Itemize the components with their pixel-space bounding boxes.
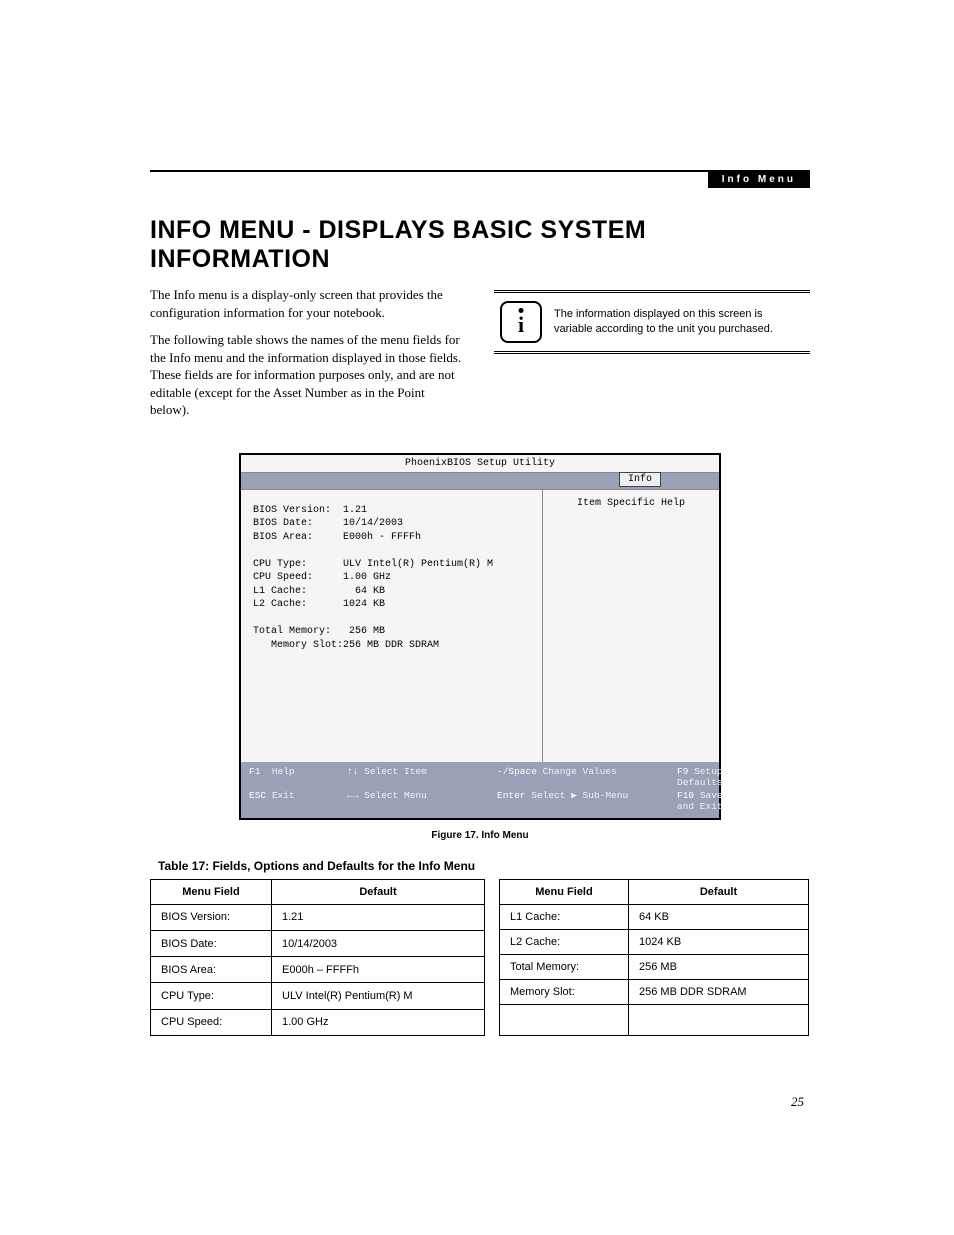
- table-row: Memory Slot:256 MB DDR SDRAM: [500, 979, 809, 1004]
- table-row: L2 Cache:1024 KB: [500, 929, 809, 954]
- chapter-tag: Info Menu: [708, 171, 810, 188]
- cell-empty: [500, 1004, 629, 1035]
- bios-key-esc: ESC: [249, 790, 266, 801]
- bios-screenshot: PhoenixBIOS Setup Utility Info BIOS Vers…: [239, 453, 721, 820]
- bios-label-change-values: Change Values: [543, 766, 617, 777]
- page-title: INFO MENU - DISPLAYS BASIC SYSTEM INFORM…: [150, 216, 810, 274]
- cell-menu-field: L1 Cache:: [500, 904, 629, 929]
- note-callout: i The information displayed on this scre…: [494, 290, 810, 354]
- th-default: Default: [629, 879, 809, 904]
- intro-columns: The Info menu is a display-only screen t…: [150, 286, 810, 429]
- table-row: Total Memory:256 MB: [500, 954, 809, 979]
- table-row: BIOS Date:10/14/2003: [151, 931, 485, 957]
- cell-default: 1.00 GHz: [272, 1009, 485, 1035]
- figure-caption: Figure 17. Info Menu: [150, 830, 810, 841]
- cell-menu-field: BIOS Area:: [151, 957, 272, 983]
- intro-paragraph-1: The Info menu is a display-only screen t…: [150, 286, 466, 321]
- bios-key-leftright: ←→: [347, 790, 358, 801]
- table-row: CPU Type:ULV Intel(R) Pentium(R) M: [151, 983, 485, 1009]
- cell-menu-field: BIOS Date:: [151, 931, 272, 957]
- page-number: 25: [791, 1094, 804, 1110]
- bios-label-help: Help: [272, 766, 295, 777]
- table-row: L1 Cache:64 KB: [500, 904, 809, 929]
- bios-help-header: Item Specific Help: [551, 498, 711, 509]
- cell-menu-field: CPU Speed:: [151, 1009, 272, 1035]
- cell-menu-field: BIOS Version:: [151, 904, 272, 930]
- cell-menu-field: L2 Cache:: [500, 929, 629, 954]
- cell-menu-field: Memory Slot:: [500, 979, 629, 1004]
- bios-key-f9: F9: [677, 766, 688, 777]
- cell-default: 256 MB DDR SDRAM: [629, 979, 809, 1004]
- th-default: Default: [272, 879, 485, 904]
- cell-default: E000h – FFFFh: [272, 957, 485, 983]
- twin-tables: Menu Field Default BIOS Version:1.21BIOS…: [150, 879, 810, 1036]
- cell-menu-field: CPU Type:: [151, 983, 272, 1009]
- cell-default: 1.21: [272, 904, 485, 930]
- bios-label-exit: Exit: [272, 790, 295, 801]
- th-menu-field: Menu Field: [500, 879, 629, 904]
- bios-key-f10: F10: [677, 790, 694, 801]
- table-row: BIOS Area:E000h – FFFFh: [151, 957, 485, 983]
- table-title: Table 17: Fields, Options and Defaults f…: [158, 859, 810, 873]
- cell-default: 64 KB: [629, 904, 809, 929]
- bios-footer: F1 Help ↑↓ Select Item -/Space Change Va…: [241, 762, 719, 818]
- cell-default: 1024 KB: [629, 929, 809, 954]
- intro-left-col: The Info menu is a display-only screen t…: [150, 286, 466, 429]
- info-table-left: Menu Field Default BIOS Version:1.21BIOS…: [150, 879, 485, 1036]
- intro-paragraph-2: The following table shows the names of t…: [150, 331, 466, 419]
- bios-label-select-item: Select Item: [364, 766, 427, 777]
- bios-fields-pane: BIOS Version: 1.21 BIOS Date: 10/14/2003…: [241, 490, 543, 762]
- th-menu-field: Menu Field: [151, 879, 272, 904]
- bios-help-pane: Item Specific Help: [543, 490, 719, 762]
- cell-default: ULV Intel(R) Pentium(R) M: [272, 983, 485, 1009]
- table-row-empty: [500, 1004, 809, 1035]
- cell-default: 256 MB: [629, 954, 809, 979]
- cell-default: 10/14/2003: [272, 931, 485, 957]
- bios-body: BIOS Version: 1.21 BIOS Date: 10/14/2003…: [241, 490, 719, 762]
- table-header-row: Menu Field Default: [500, 879, 809, 904]
- bios-label-select-submenu: Select ▶ Sub-Menu: [531, 790, 628, 801]
- bios-title: PhoenixBIOS Setup Utility: [241, 455, 719, 472]
- bios-tab-bar: Info: [241, 472, 719, 490]
- bios-key-space: -/Space: [497, 766, 537, 777]
- bios-key-updown: ↑↓: [347, 766, 358, 777]
- table-row: BIOS Version:1.21: [151, 904, 485, 930]
- table-header-row: Menu Field Default: [151, 879, 485, 904]
- intro-right-col: i The information displayed on this scre…: [494, 286, 810, 429]
- table-row: CPU Speed:1.00 GHz: [151, 1009, 485, 1035]
- cell-menu-field: Total Memory:: [500, 954, 629, 979]
- cell-empty: [629, 1004, 809, 1035]
- bios-key-enter: Enter: [497, 790, 526, 801]
- note-text: The information displayed on this screen…: [554, 307, 804, 338]
- bios-key-f1: F1: [249, 766, 260, 777]
- bios-tab-info: Info: [619, 472, 661, 487]
- info-table-right: Menu Field Default L1 Cache:64 KBL2 Cach…: [499, 879, 809, 1036]
- bios-label-select-menu: Select Menu: [364, 790, 427, 801]
- page-content: Info Menu INFO MENU - DISPLAYS BASIC SYS…: [150, 170, 810, 1036]
- info-icon: i: [500, 301, 542, 343]
